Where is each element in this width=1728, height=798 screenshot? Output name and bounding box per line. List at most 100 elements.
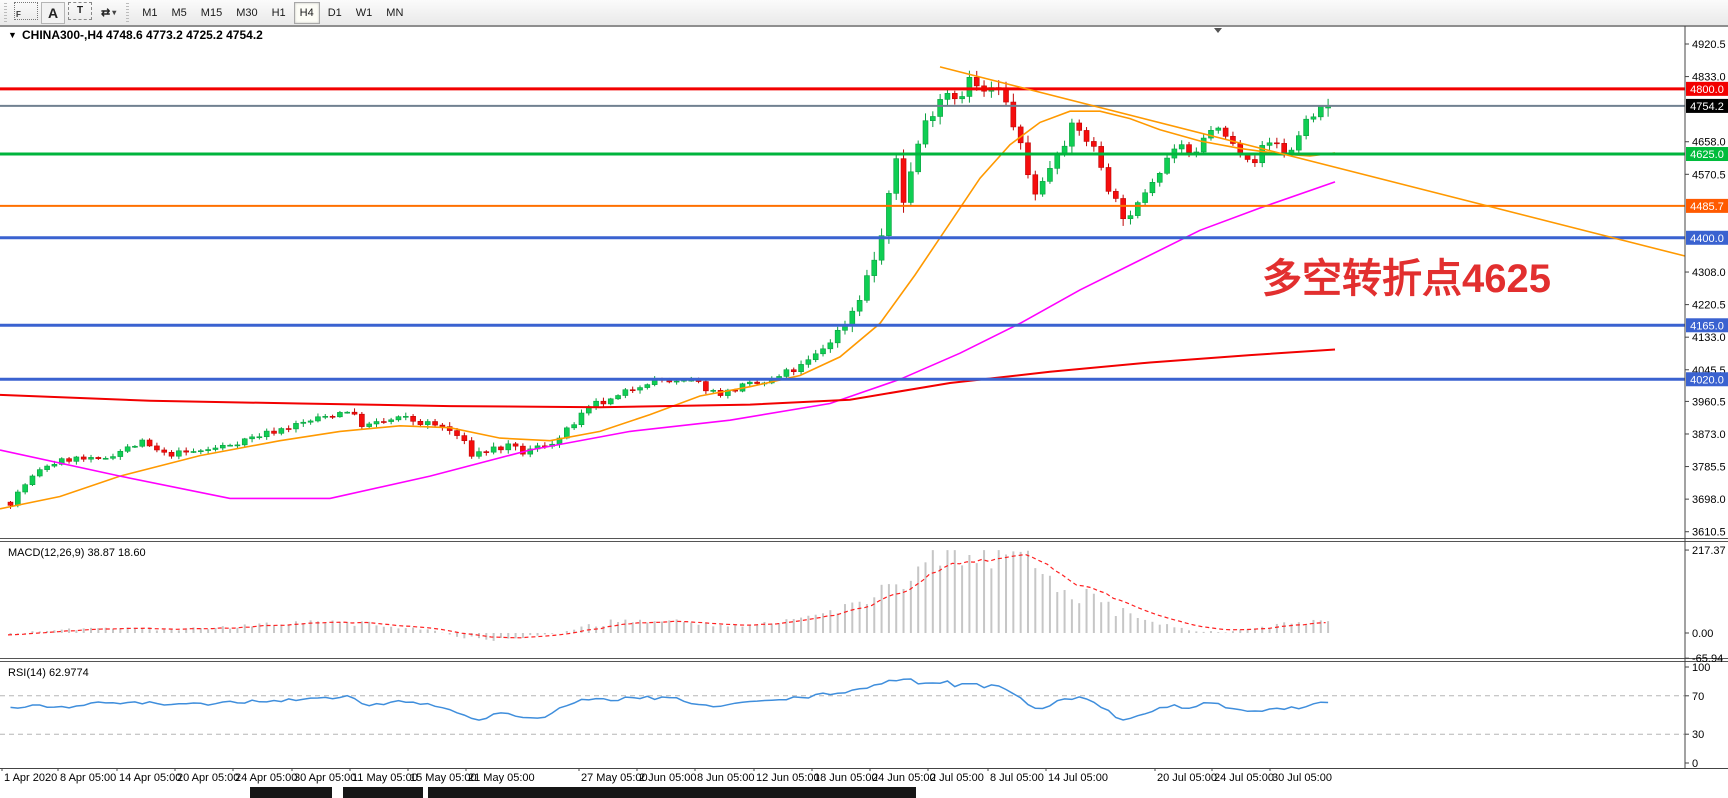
- text-tool-button[interactable]: A: [41, 2, 65, 24]
- candle-body: [1121, 198, 1126, 218]
- time-label[interactable]: 14 Jul 05:00: [1048, 772, 1108, 784]
- price-tick-label: 3960.5: [1692, 396, 1726, 408]
- timeframe-button-m30[interactable]: M30: [230, 2, 263, 24]
- candle-body: [293, 423, 298, 429]
- candle-body: [323, 416, 328, 417]
- price-badge-label: 4020.0: [1690, 374, 1724, 386]
- price-tick-label: 4920.5: [1692, 39, 1726, 51]
- candle-body: [813, 354, 818, 360]
- time-label[interactable]: 2 Jun 05:00: [639, 772, 697, 784]
- time-label[interactable]: 24 Jun 05:00: [872, 772, 936, 784]
- candle-body: [1047, 168, 1052, 181]
- candle-body: [879, 236, 884, 261]
- time-label[interactable]: 11 May 05:00: [352, 772, 418, 784]
- time-label[interactable]: 8 Apr 05:00: [60, 772, 116, 784]
- candle-body: [125, 447, 130, 451]
- bottom-strip-segment: [428, 787, 916, 798]
- timeframe-button-w1[interactable]: W1: [350, 2, 379, 24]
- candle-body: [1252, 159, 1257, 162]
- main-macd-separator[interactable]: [0, 538, 1728, 539]
- candle-body: [1223, 128, 1228, 136]
- arrows-tool-button[interactable]: ⇄▾: [95, 2, 122, 24]
- symbol-caret-icon[interactable]: ▼: [8, 30, 17, 40]
- macd-rsi-separator[interactable]: [0, 658, 1728, 659]
- macd-tick-label: 0.00: [1692, 628, 1713, 640]
- candle-body: [967, 77, 972, 96]
- candle-body: [711, 390, 716, 391]
- time-label[interactable]: 20 Apr 05:00: [177, 772, 239, 784]
- time-label[interactable]: 8 Jun 05:00: [697, 772, 755, 784]
- chart-shift-marker-icon[interactable]: [1214, 28, 1222, 33]
- candle-body: [389, 420, 394, 422]
- candle-body: [330, 416, 335, 417]
- main-macd-separator[interactable]: [0, 541, 1728, 542]
- timeframe-drag-handle[interactable]: [126, 3, 132, 23]
- textbox-tool-button[interactable]: T: [68, 2, 92, 20]
- timeframe-button-m1[interactable]: M1: [136, 2, 163, 24]
- candle-body: [864, 276, 869, 301]
- candle-body: [206, 450, 211, 451]
- candle-body: [462, 436, 467, 441]
- trendline[interactable]: [940, 67, 1685, 256]
- macd-rsi-separator[interactable]: [0, 661, 1728, 662]
- chart-canvas[interactable]: CHINA300-,H4 4748.6 4773.2 4725.2 4754.2…: [0, 26, 1728, 798]
- candle-body: [1267, 143, 1272, 146]
- candle-body: [747, 382, 752, 384]
- timeframe-button-m5[interactable]: M5: [166, 2, 193, 24]
- candle-body: [81, 457, 86, 459]
- time-label[interactable]: 30 Jul 05:00: [1272, 772, 1332, 784]
- candle-body: [908, 172, 913, 203]
- time-label[interactable]: 24 Jul 05:00: [1214, 772, 1274, 784]
- candle-body: [132, 446, 137, 447]
- time-label[interactable]: 27 May 05:00: [581, 772, 648, 784]
- candle-body: [96, 457, 101, 458]
- time-label[interactable]: 14 Apr 05:00: [119, 772, 181, 784]
- time-label[interactable]: 2 Jul 05:00: [930, 772, 984, 784]
- dropdown-caret-icon[interactable]: ▾: [112, 8, 116, 17]
- timeframe-button-h1[interactable]: H1: [266, 2, 292, 24]
- candle-body: [352, 412, 357, 414]
- candle-body: [220, 445, 225, 448]
- timeframe-button-h4[interactable]: H4: [294, 2, 320, 24]
- timeframe-button-m15[interactable]: M15: [195, 2, 228, 24]
- candle-body: [1113, 191, 1118, 198]
- time-label[interactable]: 12 Jun 05:00: [756, 772, 820, 784]
- candle-body: [498, 447, 503, 450]
- candle-body: [484, 452, 489, 453]
- price-tick-label: 4570.5: [1692, 169, 1726, 181]
- time-label[interactable]: 21 May 05:00: [468, 772, 535, 784]
- candle-body: [938, 99, 943, 116]
- time-label[interactable]: 18 Jun 05:00: [814, 772, 878, 784]
- candle-body: [37, 470, 42, 476]
- timeframe-button-mn[interactable]: MN: [380, 2, 409, 24]
- timeframe-button-d1[interactable]: D1: [322, 2, 348, 24]
- candle-body: [89, 457, 94, 459]
- time-label[interactable]: 30 Apr 05:00: [294, 772, 356, 784]
- candle-body: [894, 159, 899, 194]
- time-label[interactable]: 1 Apr 2020: [4, 772, 57, 784]
- candle-body: [154, 446, 159, 450]
- candle-body: [433, 422, 438, 426]
- toolbar-drag-handle[interactable]: [4, 3, 10, 23]
- fibonacci-tool-button[interactable]: F: [14, 2, 38, 20]
- price-tick-label: 3785.5: [1692, 462, 1726, 474]
- candle-body: [455, 431, 460, 436]
- candle-body: [213, 448, 218, 450]
- candle-body: [198, 451, 203, 452]
- time-label[interactable]: 15 May 05:00: [410, 772, 477, 784]
- candle-body: [264, 431, 269, 437]
- candle-body: [791, 370, 796, 372]
- candle-body: [1055, 155, 1060, 168]
- candle-body: [337, 412, 342, 416]
- price-badge-label: 4400.0: [1690, 233, 1724, 245]
- time-label[interactable]: 20 Jul 05:00: [1157, 772, 1217, 784]
- ma-fast-orange-line[interactable]: [0, 111, 1335, 509]
- candle-body: [616, 396, 621, 399]
- candle-body: [1201, 138, 1206, 152]
- candle-body: [176, 451, 181, 456]
- candle-body: [1187, 145, 1192, 153]
- time-label[interactable]: 8 Jul 05:00: [990, 772, 1044, 784]
- time-label[interactable]: 24 Apr 05:00: [235, 772, 297, 784]
- candle-body: [1318, 107, 1323, 117]
- macd-label: MACD(12,26,9) 38.87 18.60: [8, 547, 146, 559]
